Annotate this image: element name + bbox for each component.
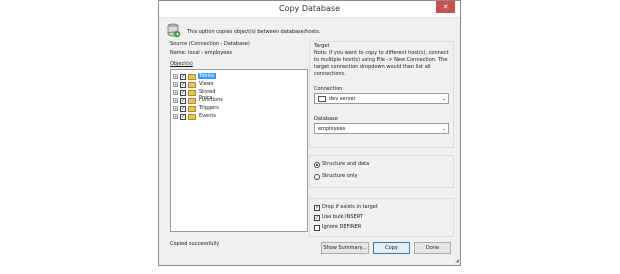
structure-only-label: Structure only	[322, 173, 358, 179]
folder-icon	[188, 114, 196, 120]
source-name: Name: local - employees	[170, 50, 232, 56]
bulk-insert-label: Use bulk INSERT	[322, 214, 363, 220]
objects-label: Object(s)	[170, 61, 193, 67]
structure-only-radio[interactable]	[314, 174, 320, 180]
tree-item-label: Views	[199, 81, 214, 87]
database-value: employees	[318, 126, 346, 132]
folder-icon	[188, 82, 196, 88]
tree-item-checkbox[interactable]: ✓	[180, 90, 186, 96]
drop-if-exists-label: Drop if exists in target	[322, 204, 378, 210]
tree-item-label: Functions	[199, 97, 223, 103]
connection-label: Connection	[314, 86, 343, 92]
chevron-down-icon: ⌄	[441, 96, 446, 102]
done-button[interactable]: Done	[414, 242, 451, 254]
drop-if-exists-checkbox[interactable]: ✓	[314, 205, 320, 211]
structure-and-data-label: Structure and data	[322, 161, 370, 167]
show-summary-button[interactable]: Show Summary...	[321, 242, 369, 254]
folder-icon	[188, 106, 196, 112]
title-bar: Copy Database ✕	[159, 1, 460, 18]
tree-item-checkbox[interactable]: ✓	[180, 82, 186, 88]
server-icon	[318, 96, 326, 102]
objects-tree[interactable]: + ✓ Tables + ✓ Views + ✓ Stored Procs + ✓ Functions…	[170, 69, 308, 232]
expand-icon[interactable]: +	[173, 82, 178, 87]
folder-icon	[188, 74, 196, 80]
close-button[interactable]: ✕	[436, 1, 455, 13]
database-copy-icon	[167, 23, 181, 38]
tree-item-label: Triggers	[199, 105, 219, 111]
tree-item-label: Tables	[198, 73, 216, 79]
connection-value: dev server	[329, 96, 356, 102]
expand-icon[interactable]: +	[173, 106, 178, 111]
ignore-definer-checkbox[interactable]	[314, 225, 320, 231]
expand-icon[interactable]: +	[173, 90, 178, 95]
expand-icon[interactable]: +	[173, 98, 178, 103]
tree-item-label: Events	[199, 113, 216, 119]
status-message: Copied successfully	[170, 241, 220, 247]
chevron-down-icon: ⌄	[441, 126, 446, 132]
folder-icon	[188, 98, 196, 104]
copy-mode-group	[309, 155, 454, 188]
expand-icon[interactable]: +	[173, 74, 178, 79]
info-text: This option copies object(s) between dat…	[187, 29, 321, 35]
source-group-label: Source (Connection - Database)	[170, 41, 250, 47]
bulk-insert-checkbox[interactable]: ✓	[314, 215, 320, 221]
database-dropdown[interactable]: employees ⌄	[314, 123, 449, 134]
tree-item-checkbox[interactable]: ✓	[180, 74, 186, 80]
target-group-label: Target	[314, 43, 330, 49]
copy-button[interactable]: Copy	[373, 242, 410, 254]
database-label: Database	[314, 116, 338, 122]
resize-grip-icon[interactable]: ◢	[455, 258, 459, 264]
tree-item-checkbox[interactable]: ✓	[180, 106, 186, 112]
folder-icon	[188, 90, 196, 96]
tree-item-checkbox[interactable]: ✓	[180, 114, 186, 120]
expand-icon[interactable]: +	[173, 114, 178, 119]
copy-database-dialog: Copy Database ✕ This option copies objec…	[158, 0, 461, 266]
ignore-definer-label: Ignore DEFINER	[322, 224, 362, 230]
tree-item-checkbox[interactable]: ✓	[180, 98, 186, 104]
target-note: Note: If you want to copy to different h…	[314, 50, 449, 77]
connection-dropdown[interactable]: dev server ⌄	[314, 93, 449, 104]
window-title: Copy Database	[278, 4, 340, 13]
structure-and-data-radio[interactable]	[314, 162, 320, 168]
